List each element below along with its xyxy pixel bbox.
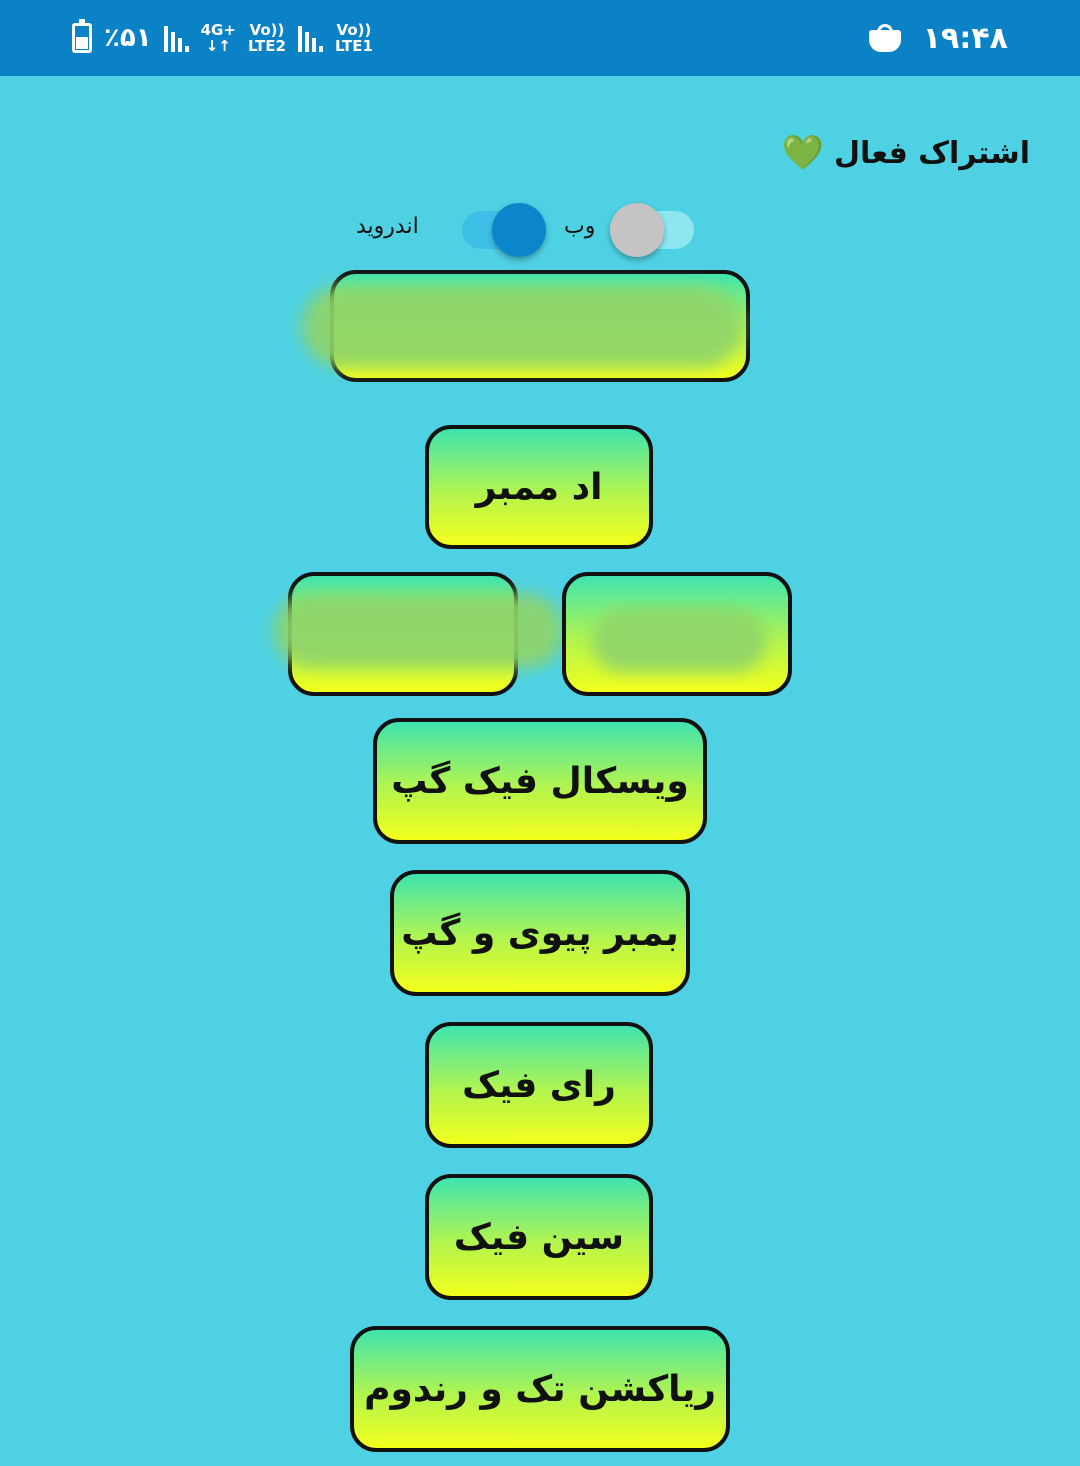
status-left: ٪۵۱ 4G+ ↓↑ Vo)) LTE2 Vo)) LTE1	[72, 16, 373, 60]
redacted-overlay	[592, 610, 766, 672]
status-right: ۱۹:۴۸	[868, 16, 1008, 60]
bomber-button[interactable]: بمبر پیوی و گپ	[390, 870, 690, 996]
green-heart-icon: 💚	[781, 133, 824, 173]
web-label: وب	[564, 214, 596, 239]
android-label: اندروید	[356, 214, 419, 239]
android-toggle-knob	[492, 203, 546, 257]
reaction-button[interactable]: ریاکشن تک و رندوم	[350, 1326, 730, 1452]
web-toggle-knob	[610, 203, 664, 257]
fake-seen-button[interactable]: سین فیک	[425, 1174, 653, 1300]
battery-icon	[72, 19, 92, 53]
network-type-1: 4G+ ↓↑	[200, 21, 236, 55]
visual-fake-gap-button[interactable]: ویسکال فیک گپ	[373, 718, 707, 844]
fake-vote-button[interactable]: رای فیک	[425, 1022, 653, 1148]
add-member-button[interactable]: اد ممبر	[425, 425, 653, 549]
subscription-status: اشتراک فعال 💚	[782, 128, 1030, 178]
clock: ۱۹:۴۸	[922, 20, 1008, 56]
platform-toggle-row: اندروید وب	[350, 200, 710, 260]
battery-percent: ٪۵۱	[104, 23, 152, 53]
signal-icon	[297, 24, 323, 52]
lte2-indicator: Vo)) LTE2	[247, 21, 286, 55]
redacted-overlay	[274, 594, 564, 668]
status-bar: ٪۵۱ 4G+ ↓↑ Vo)) LTE2 Vo)) LTE1 ۱۹:۴۸	[0, 0, 1080, 76]
redacted-overlay	[302, 286, 742, 368]
shopping-bag-icon	[868, 24, 901, 52]
app-screen: ٪۵۱ 4G+ ↓↑ Vo)) LTE2 Vo)) LTE1 ۱۹:۴۸ اشت…	[0, 0, 1080, 1466]
subscription-label: اشتراک فعال	[833, 135, 1030, 171]
signal-icon	[163, 24, 189, 52]
lte1-indicator: Vo)) LTE1	[334, 21, 373, 55]
